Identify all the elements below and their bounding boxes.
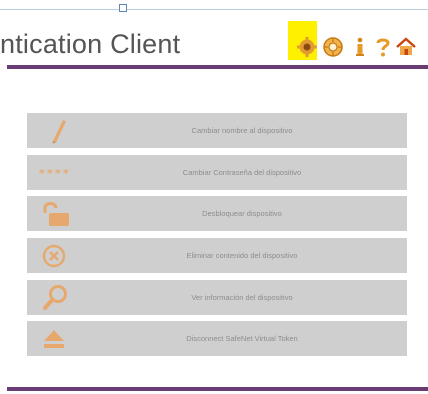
menu-item-view-info[interactable]: Ver información del dispositivo bbox=[27, 280, 407, 315]
svg-text:*: * bbox=[55, 167, 61, 180]
menu-item-delete-content[interactable]: Eliminar contenido del dispositivo bbox=[27, 238, 407, 273]
footer-divider bbox=[7, 387, 428, 391]
menu-item-disconnect-token[interactable]: Disconnect SafeNet Virtual Token bbox=[27, 321, 407, 356]
menu-item-label: Desbloquear dispositivo bbox=[202, 209, 282, 218]
menu-item-label: Disconnect SafeNet Virtual Token bbox=[186, 334, 298, 343]
password-stars-icon: * * * * bbox=[39, 159, 73, 186]
page-title: ntication Client bbox=[0, 29, 181, 59]
settings-icon[interactable] bbox=[322, 36, 344, 58]
menu-item-change-password[interactable]: * * * * Cambiar Contraseña del dispositivo bbox=[27, 155, 407, 190]
toolbar bbox=[296, 36, 418, 60]
gear-icon[interactable] bbox=[296, 36, 318, 58]
help-icon[interactable] bbox=[372, 36, 394, 58]
menu-item-label: Cambiar nombre al dispositivo bbox=[191, 126, 293, 135]
svg-text:*: * bbox=[63, 167, 69, 180]
home-icon[interactable] bbox=[395, 36, 417, 58]
menu-item-label: Eliminar contenido del dispositivo bbox=[186, 251, 298, 260]
menu-item-unlock[interactable]: Desbloquear dispositivo bbox=[27, 196, 407, 231]
menu-item-rename[interactable]: Cambiar nombre al dispositivo bbox=[27, 113, 407, 148]
eject-icon bbox=[39, 325, 73, 352]
search-icon bbox=[39, 284, 73, 311]
pencil-icon bbox=[39, 117, 73, 144]
menu-item-label: Cambiar Contraseña del dispositivo bbox=[182, 168, 302, 177]
delete-icon bbox=[39, 242, 73, 269]
svg-text:*: * bbox=[39, 167, 45, 180]
title-area: ntication Client bbox=[0, 0, 260, 70]
menu-item-label: Ver información del dispositivo bbox=[191, 293, 293, 302]
info-icon[interactable] bbox=[349, 36, 371, 58]
svg-text:*: * bbox=[47, 167, 53, 180]
header-divider bbox=[7, 65, 428, 69]
unlock-icon bbox=[39, 200, 73, 227]
